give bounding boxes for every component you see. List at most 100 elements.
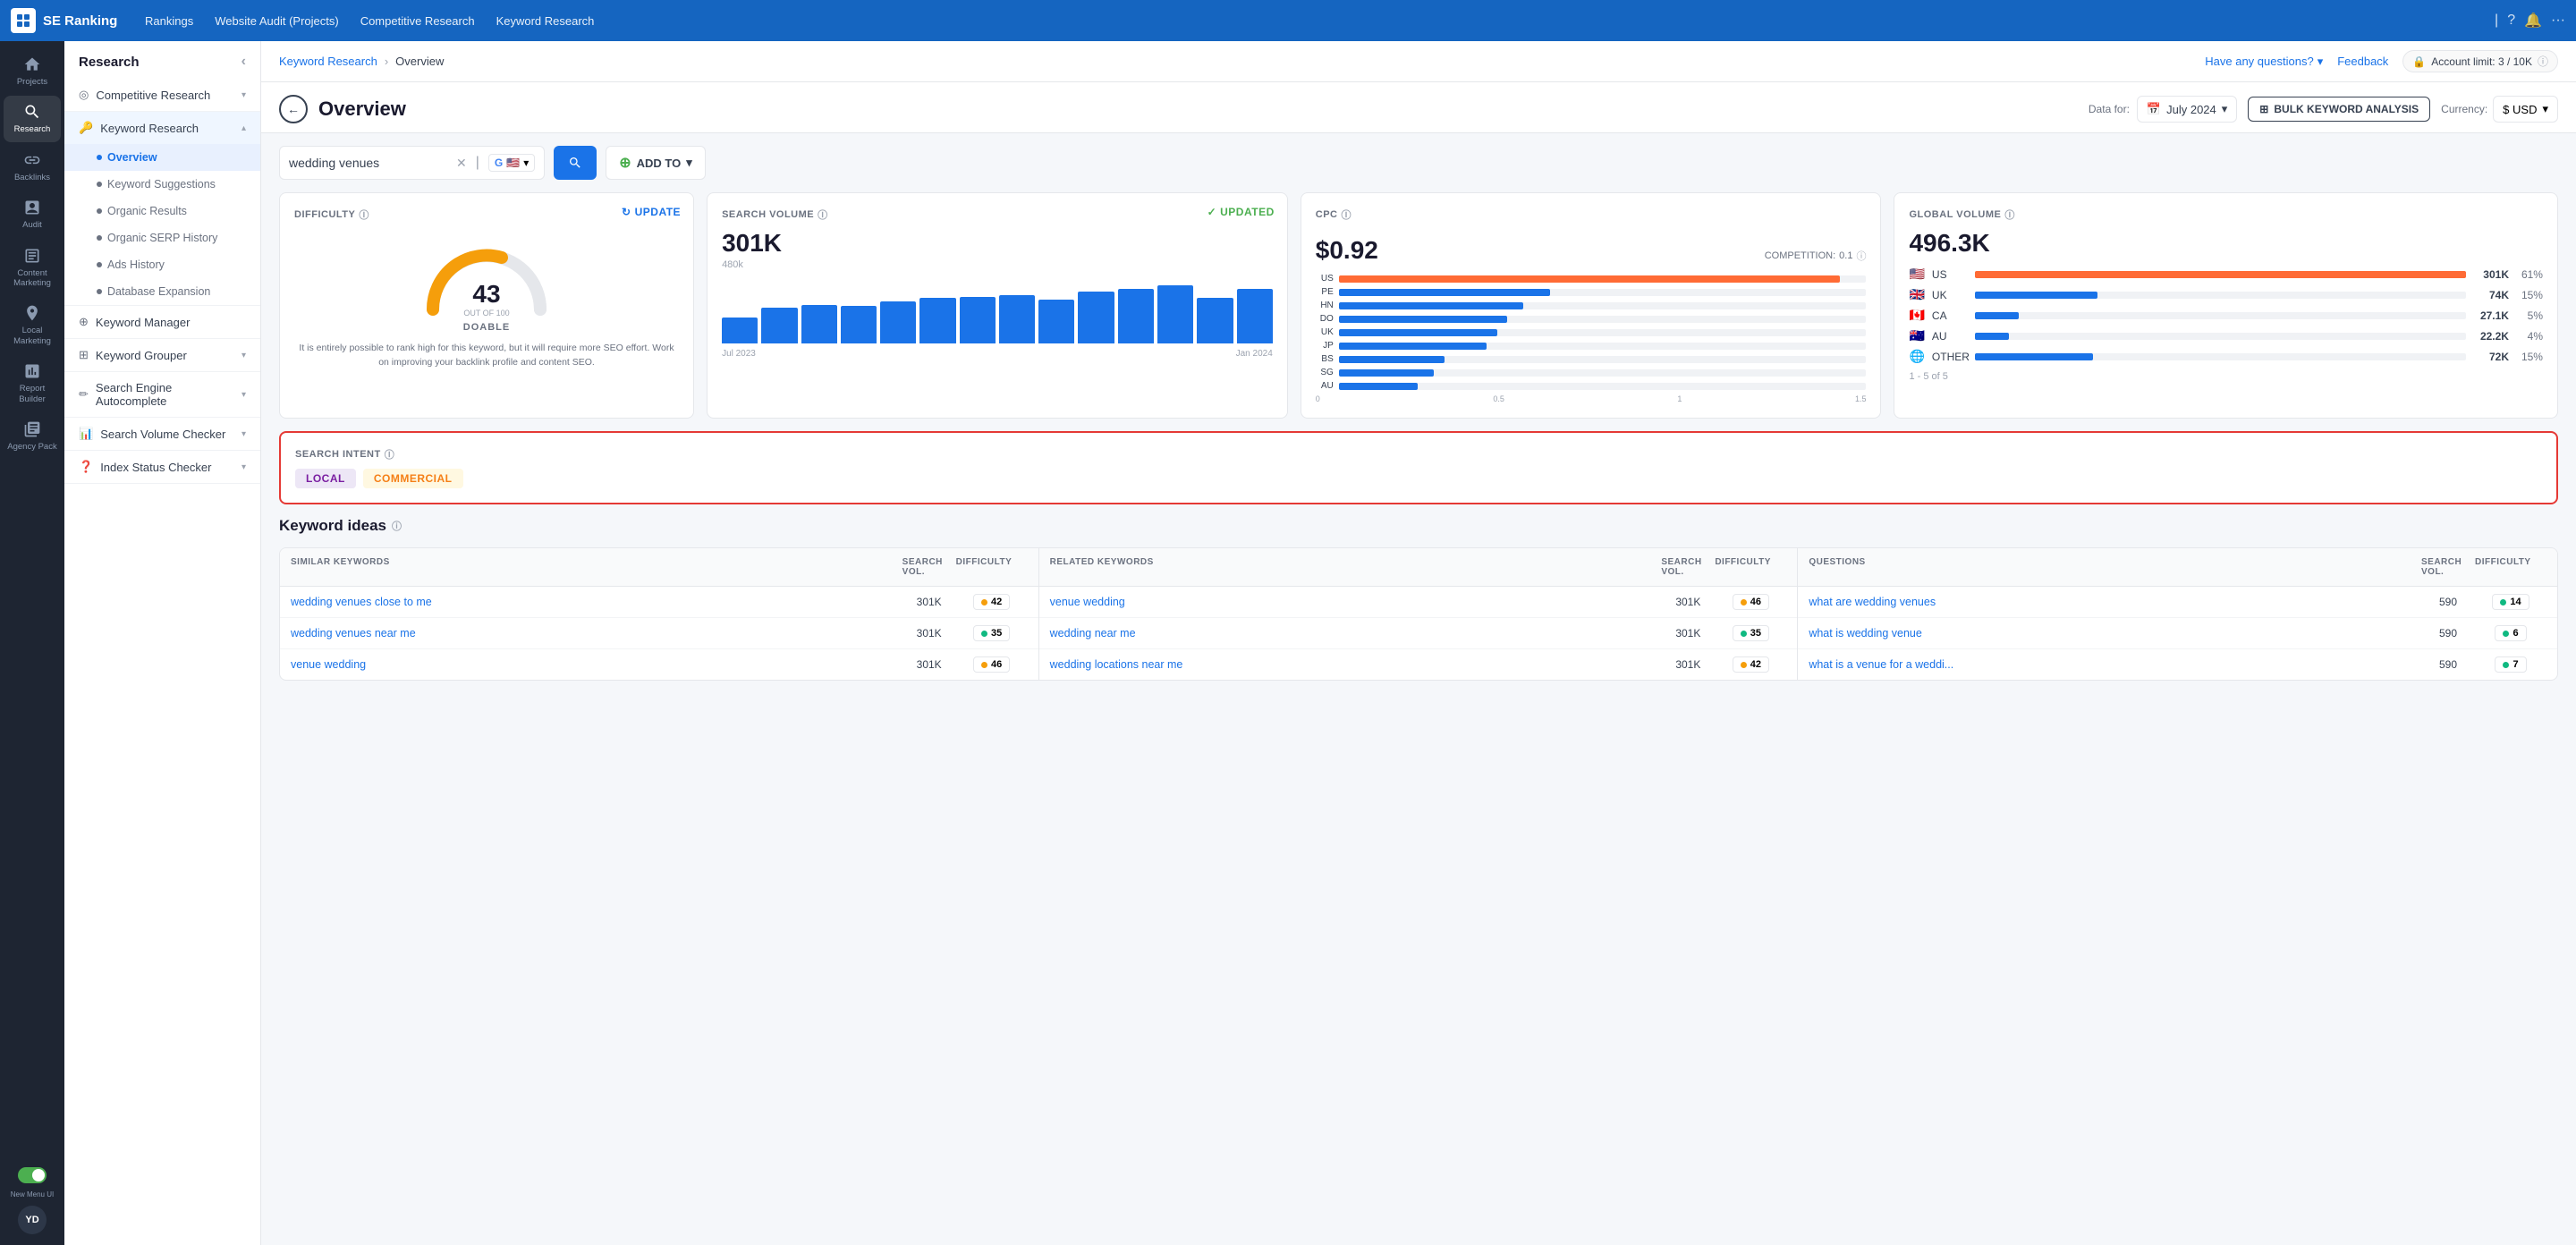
user-avatar[interactable]: YD [18,1206,47,1234]
diff-badge-q2: 6 [2495,625,2526,641]
country-flag-selector[interactable]: G 🇺🇸 ▾ [488,154,535,172]
search-intent-info-icon[interactable]: ⓘ [385,447,395,462]
sidebar-item-backlinks[interactable]: Backlinks [4,144,61,190]
cpc-country-label: US [1316,274,1334,284]
global-volume-info-icon[interactable]: ⓘ [2004,208,2015,222]
nav-keyword-research[interactable]: Keyword Research [487,11,604,31]
global-bar-fill [1975,312,2019,319]
add-to-button[interactable]: ⊕ ADD TO ▾ [606,146,706,180]
collapse-sidebar-icon[interactable]: ‹ [242,54,246,70]
breadcrumb-bar: Keyword Research › Overview Have any que… [261,41,2576,82]
question-keyword-1[interactable]: what are wedding venues [1809,596,2421,608]
cpc-bar-row: JP [1316,341,1867,351]
cpc-bar-row: BS [1316,354,1867,364]
cpc-info-icon[interactable]: ⓘ [1342,208,1352,222]
related-keyword-3[interactable]: wedding locations near me [1050,658,1662,671]
nav-website-audit[interactable]: Website Audit (Projects) [206,11,347,31]
help-icon[interactable]: ? [2507,13,2515,29]
cpc-horizontal-bars: USPEHNDOUKJPBSSGAU [1316,274,1867,391]
difficulty-info-icon[interactable]: ⓘ [359,208,369,222]
new-menu-toggle[interactable] [18,1167,47,1183]
more-icon[interactable]: ··· [2551,13,2565,29]
sidebar-sub-database[interactable]: Database Expansion [64,278,260,305]
country-label: CA [1932,309,1968,322]
sidebar-item-index-checker[interactable]: ❓ Index Status Checker ▾ [64,451,260,483]
sidebar-item-projects[interactable]: Projects [4,48,61,94]
chart-labels: Jul 2023 Jan 2024 [722,349,1273,359]
currency-selector[interactable]: $ USD ▾ [2493,96,2558,123]
volume-icon: 📊 [79,427,93,441]
cpc-label: CPC ⓘ [1316,208,1867,222]
global-pct-value: 4% [2516,330,2543,343]
currency-group: Currency: $ USD ▾ [2441,96,2558,123]
dot-icon [97,289,102,294]
search-clear-icon[interactable]: ✕ [456,156,467,171]
sidebar-sub-organic-results[interactable]: Organic Results [64,198,260,224]
feedback-link[interactable]: Feedback [2337,55,2388,68]
add-icon: ⊕ [619,154,631,172]
sidebar-item-volume-checker[interactable]: 📊 Search Volume Checker ▾ [64,418,260,450]
notification-icon[interactable]: 🔔 [2524,12,2542,30]
search-button[interactable] [554,146,597,180]
question-keyword-2[interactable]: what is wedding venue [1809,627,2421,639]
app-logo[interactable]: SE Ranking [11,8,118,33]
update-link[interactable]: ↻ Update [622,206,681,218]
sidebar-item-content[interactable]: Content Marketing [4,240,61,296]
cpc-bar-row: DO [1316,314,1867,324]
toggle-switch[interactable] [18,1167,47,1183]
breadcrumb-right: Have any questions? ▾ Feedback 🔒 Account… [2205,50,2558,72]
sidebar-item-autocomplete[interactable]: ✏ Search Engine Autocomplete ▾ [64,372,260,417]
diff-dot-icon [2503,662,2509,668]
global-bar-fill [1975,292,2097,299]
diff-badge-2: 35 [973,625,1010,641]
volume-bar [1157,285,1193,343]
bulk-keyword-analysis-button[interactable]: ⊞ BULK KEYWORD ANALYSIS [2248,97,2430,122]
sidebar-sub-ads-history[interactable]: Ads History [64,251,260,278]
search-volume-info-icon[interactable]: ⓘ [818,208,828,222]
similar-keyword-1[interactable]: wedding venues close to me [291,596,902,608]
competition-info-icon[interactable]: ⓘ [1856,249,1866,263]
breadcrumb-left: Keyword Research › Overview [279,55,444,68]
keyword-ideas-section: Keyword ideas ⓘ SIMILAR KEYWORDS SEARCH … [261,517,2576,699]
question-keyword-3[interactable]: what is a venue for a weddi... [1809,658,2421,671]
sidebar-item-keyword-research[interactable]: 🔑 Keyword Research ▴ [64,112,260,144]
sidebar-item-agency[interactable]: Agency Pack [4,413,61,459]
global-vol-value: 74K [2473,289,2509,301]
breadcrumb-keyword-research[interactable]: Keyword Research [279,55,377,68]
related-keyword-2[interactable]: wedding near me [1050,627,1662,639]
sidebar-sub-suggestions[interactable]: Keyword Suggestions [64,171,260,198]
sidebar-item-local[interactable]: Local Marketing [4,297,61,353]
keyword-search-input[interactable] [289,156,451,170]
keyword-ideas-info-icon[interactable]: ⓘ [392,519,402,533]
sidebar-sub-serp-history[interactable]: Organic SERP History [64,224,260,251]
related-keyword-1[interactable]: venue wedding [1050,596,1662,608]
nav-rankings[interactable]: Rankings [136,11,202,31]
help-link[interactable]: Have any questions? ▾ [2205,55,2323,69]
sidebar-item-competitive-research[interactable]: ◎ Competitive Research ▾ [64,79,260,111]
similar-keyword-2[interactable]: wedding venues near me [291,627,902,639]
main-content: Keyword Research › Overview Have any que… [261,41,2576,1245]
sidebar-sub-overview[interactable]: Overview [64,144,260,171]
sidebar-item-keyword-grouper[interactable]: ⊞ Keyword Grouper ▾ [64,339,260,371]
date-selector[interactable]: 📅 July 2024 ▾ [2137,96,2237,123]
sidebar-item-research[interactable]: Research [4,96,61,141]
chevron-volume-icon: ▾ [242,429,246,439]
cpc-bar-fill [1339,369,1434,377]
intent-tags: LOCAL COMMERCIAL [295,469,2542,488]
back-button[interactable]: ← [279,95,308,123]
cpc-bar-row: SG [1316,368,1867,377]
chevron-keyword-icon: ▴ [242,123,246,133]
search-intent-card: SEARCH INTENT ⓘ LOCAL COMMERCIAL [279,431,2558,504]
nav-competitive-research[interactable]: Competitive Research [352,11,484,31]
global-bar-fill [1975,333,2009,340]
grouper-icon: ⊞ [79,348,89,362]
sidebar-item-audit[interactable]: Audit [4,191,61,237]
cpc-country-label: PE [1316,287,1334,297]
manager-icon: ⊕ [79,315,89,329]
sidebar-item-keyword-manager[interactable]: ⊕ Keyword Manager [64,306,260,338]
sidebar-keyword-manager-section: ⊕ Keyword Manager [64,306,260,339]
sidebar-expanded: Research ‹ ◎ Competitive Research ▾ 🔑 Ke… [64,41,261,1245]
similar-keyword-3[interactable]: venue wedding [291,658,902,671]
country-label: OTHER [1932,351,1968,363]
sidebar-item-report[interactable]: Report Builder [4,355,61,411]
